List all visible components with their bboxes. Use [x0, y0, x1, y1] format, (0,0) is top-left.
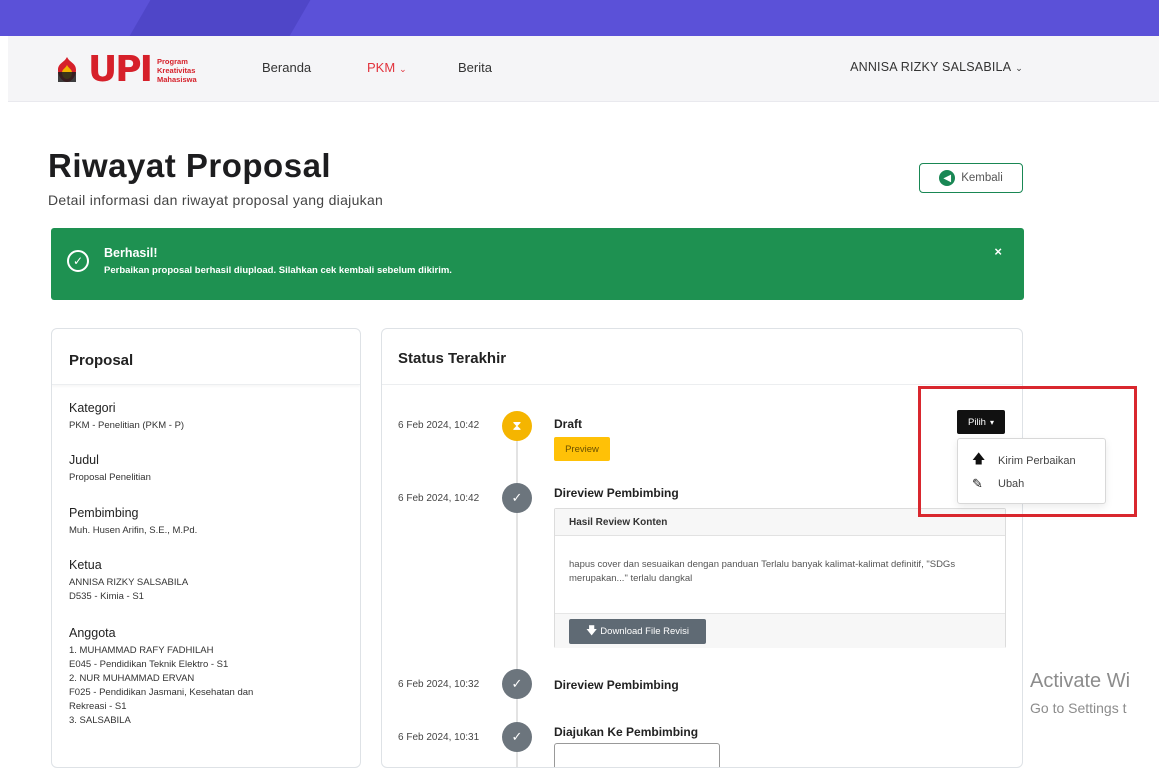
ketua-name: ANNISA RIZKY SALSABILA [69, 577, 189, 588]
flame-logo-icon [58, 57, 76, 82]
timeline-title: Diajukan Ke Pembimbing [554, 725, 699, 739]
highlight-annotation-box [918, 386, 1137, 517]
navbar: UPI Program Kreativitas Mahasiswa Berand… [8, 36, 1159, 102]
download-revision-button[interactable]: 🡇 Download File Revisi [569, 618, 706, 644]
nav-berita-label: Berita [458, 60, 492, 75]
anggota-line: 1. MUHAMMAD RAFY FADHILAH [69, 645, 214, 656]
anggota-list: 1. MUHAMMAD RAFY FADHILAH E045 - Pendidi… [69, 644, 253, 728]
top-accent-bar [0, 0, 1159, 36]
check-icon: ✓ [502, 722, 532, 752]
ketua-value: ANNISA RIZKY SALSABILA D535 - Kimia - S1 [69, 576, 188, 604]
timeline-line [516, 427, 518, 767]
proposal-card-header: Proposal [52, 329, 360, 385]
download-label: Download File Revisi [600, 625, 689, 637]
check-circle-icon: ✓ [67, 250, 89, 272]
alert-title: Berhasil! [104, 246, 158, 260]
pembimbing-value: Muh. Husen Arifin, S.E., M.Pd. [69, 525, 198, 536]
nav-beranda-label: Beranda [262, 60, 312, 75]
chevron-down-icon: ⌄ [1015, 63, 1023, 73]
anggota-label: Anggota [69, 626, 116, 640]
timeline-date: 6 Feb 2024, 10:42 [398, 420, 480, 431]
nav-beranda[interactable]: Beranda [262, 60, 311, 75]
page-subtitle: Detail informasi dan riwayat proposal ya… [48, 192, 384, 208]
status-card-header: Status Terakhir [382, 329, 1022, 385]
chevron-down-icon: ⌄ [399, 64, 407, 74]
close-icon[interactable]: × [994, 244, 1002, 259]
logo-sub-line: Mahasiswa [157, 74, 197, 84]
user-name: ANNISA RIZKY SALSABILA [850, 60, 1012, 74]
timeline-title: Direview Pembimbing [554, 486, 679, 500]
collapsed-detail-box [554, 743, 720, 767]
logo-wordmark: UPI [88, 49, 153, 90]
logo-sub-line: Kreativitas [157, 65, 196, 75]
arrow-down-icon: 🡇 [585, 624, 598, 637]
judul-label: Judul [69, 453, 99, 467]
windows-activation-watermark: Activate Wi [1030, 670, 1131, 692]
review-body: hapus cover dan sesuaikan dengan panduan… [555, 536, 1005, 614]
hourglass-icon: ⧗ [502, 411, 532, 441]
proposal-card: Proposal Kategori PKM - Penelitian (PKM … [51, 328, 361, 768]
logo-sub-line: Program [157, 56, 188, 66]
preview-button[interactable]: Preview [554, 437, 610, 461]
nav-pkm[interactable]: PKM ⌄ [367, 60, 407, 75]
kategori-label: Kategori [69, 401, 116, 415]
pembimbing-label: Pembimbing [69, 506, 139, 520]
arrow-left-circle-icon: ◀ [939, 170, 956, 186]
ketua-prodi: D535 - Kimia - S1 [69, 591, 144, 602]
back-button[interactable]: ◀ Kembali [919, 163, 1023, 193]
nav-pkm-label: PKM [367, 60, 396, 75]
top-bar-shade [129, 0, 311, 36]
anggota-field: Anggota 1. MUHAMMAD RAFY FADHILAH E045 -… [69, 626, 253, 728]
success-alert: ✓ Berhasil! Perbaikan proposal berhasil … [51, 228, 1024, 300]
logo-subtitle: Program Kreativitas Mahasiswa [157, 57, 197, 84]
judul-field: Judul Proposal Penelitian [69, 453, 151, 485]
ketua-field: Ketua ANNISA RIZKY SALSABILA D535 - Kimi… [69, 558, 188, 604]
kategori-field: Kategori PKM - Penelitian (PKM - P) [69, 401, 184, 433]
anggota-line: Rekreasi - S1 [69, 701, 127, 712]
back-button-label: Kembali [961, 172, 1003, 184]
anggota-line: F025 - Pendidikan Jasmani, Kesehatan dan [69, 687, 254, 698]
timeline-date: 6 Feb 2024, 10:32 [398, 679, 480, 690]
timeline-title: Draft [554, 417, 583, 431]
check-icon: ✓ [502, 483, 532, 513]
kategori-value: PKM - Penelitian (PKM - P) [69, 420, 185, 431]
ketua-label: Ketua [69, 558, 102, 572]
timeline-date: 6 Feb 2024, 10:42 [398, 493, 480, 504]
user-menu[interactable]: ANNISA RIZKY SALSABILA ⌄ [850, 60, 1023, 74]
alert-message: Perbaikan proposal berhasil diupload. Si… [104, 265, 452, 276]
timeline-date: 6 Feb 2024, 10:31 [398, 732, 480, 743]
timeline-title: Direview Pembimbing [554, 678, 679, 692]
windows-activation-watermark-sub: Go to Settings t [1030, 700, 1127, 716]
page-title: Riwayat Proposal [48, 147, 332, 184]
judul-value: Proposal Penelitian [69, 472, 151, 483]
nav-berita[interactable]: Berita [458, 60, 492, 75]
review-footer: 🡇 Download File Revisi [555, 614, 1005, 648]
review-box: Hasil Review Konten hapus cover dan sesu… [554, 508, 1006, 648]
anggota-line: E045 - Pendidikan Teknik Elektro - S1 [69, 659, 229, 670]
anggota-line: 3. SALSABILA [69, 715, 131, 726]
upi-logo[interactable]: UPI Program Kreativitas Mahasiswa [52, 50, 197, 90]
pembimbing-field: Pembimbing Muh. Husen Arifin, S.E., M.Pd… [69, 506, 197, 538]
check-icon: ✓ [502, 669, 532, 699]
anggota-line: 2. NUR MUHAMMAD ERVAN [69, 673, 195, 684]
